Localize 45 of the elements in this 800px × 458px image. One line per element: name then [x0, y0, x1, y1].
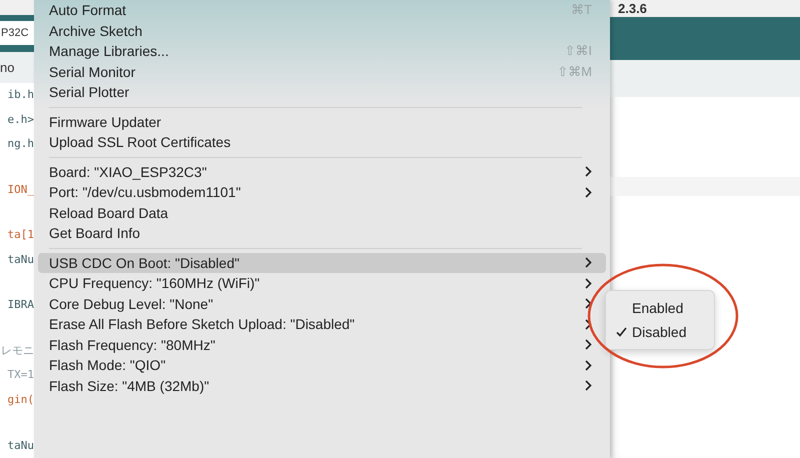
code-line: レモニ: [0, 342, 34, 359]
code-line: ION_: [6, 182, 34, 198]
chevron-right-icon: [585, 318, 592, 330]
menu-item[interactable]: Board: "XIAO_ESP32C3": [38, 162, 606, 182]
code-line: taNu: [6, 438, 34, 454]
shortcut-label: ⇧⌘M: [557, 64, 592, 80]
submenu-option[interactable]: Disabled: [610, 320, 710, 344]
code-line: ib.h: [6, 87, 34, 104]
chevron-right-icon: [585, 339, 592, 350]
code-line: IBRA: [6, 297, 34, 314]
code-line: e.h>: [6, 112, 34, 128]
menu-item[interactable]: USB CDC On Boot: "Disabled": [38, 252, 606, 273]
menu-item[interactable]: Get Board Info: [38, 223, 606, 244]
menu-item[interactable]: Upload SSL Root Certificates: [38, 132, 606, 152]
chevron-right-icon: [585, 298, 592, 310]
menu-item[interactable]: Port: "/dev/cu.usbmodem1101": [38, 182, 606, 202]
shortcut-label: ⇧⌘I: [564, 43, 592, 60]
code-line: ng.h: [6, 136, 34, 152]
menu-item[interactable]: Flash Mode: "QIO": [38, 355, 606, 376]
chevron-right-icon: [585, 186, 592, 198]
code-line: ta[1: [6, 227, 34, 244]
version-label: 2.3.6: [618, 1, 647, 16]
title-bar: [0, 0, 34, 15]
sketch-tab[interactable]: no: [0, 60, 14, 75]
menu-item[interactable]: Flash Size: "4MB (32Mb)": [38, 376, 606, 396]
menu-item[interactable]: Reload Board Data: [38, 202, 606, 223]
chevron-right-icon: [585, 360, 592, 371]
menu-item[interactable]: CPU Frequency: "160MHz (WiFi)": [38, 273, 606, 294]
menu-item[interactable]: Serial Monitor ⇧⌘M: [38, 62, 606, 82]
menu-item[interactable]: Flash Frequency: "80MHz": [38, 334, 606, 355]
chevron-right-icon: [585, 166, 592, 178]
menu-item[interactable]: Manage Libraries... ⇧⌘I: [38, 41, 606, 62]
code-line: taNu: [6, 252, 34, 268]
code-line: gin(: [6, 392, 34, 408]
menu-item[interactable]: Firmware Updater: [38, 112, 606, 132]
code-line: TX=1: [6, 367, 34, 384]
menu-item[interactable]: Erase All Flash Before Sketch Upload: "Disabled": [38, 314, 606, 334]
chevron-right-icon: [585, 278, 592, 289]
submenu-option[interactable]: Enabled: [610, 296, 710, 320]
chevron-right-icon: [585, 257, 592, 268]
menu-item[interactable]: Archive Sketch: [38, 20, 606, 41]
chevron-right-icon: [585, 380, 592, 392]
board-selector[interactable]: P32C: [0, 21, 34, 46]
menu-item[interactable]: Core Debug Level: "None": [38, 294, 606, 314]
menu-item[interactable]: Serial Plotter: [38, 82, 606, 102]
